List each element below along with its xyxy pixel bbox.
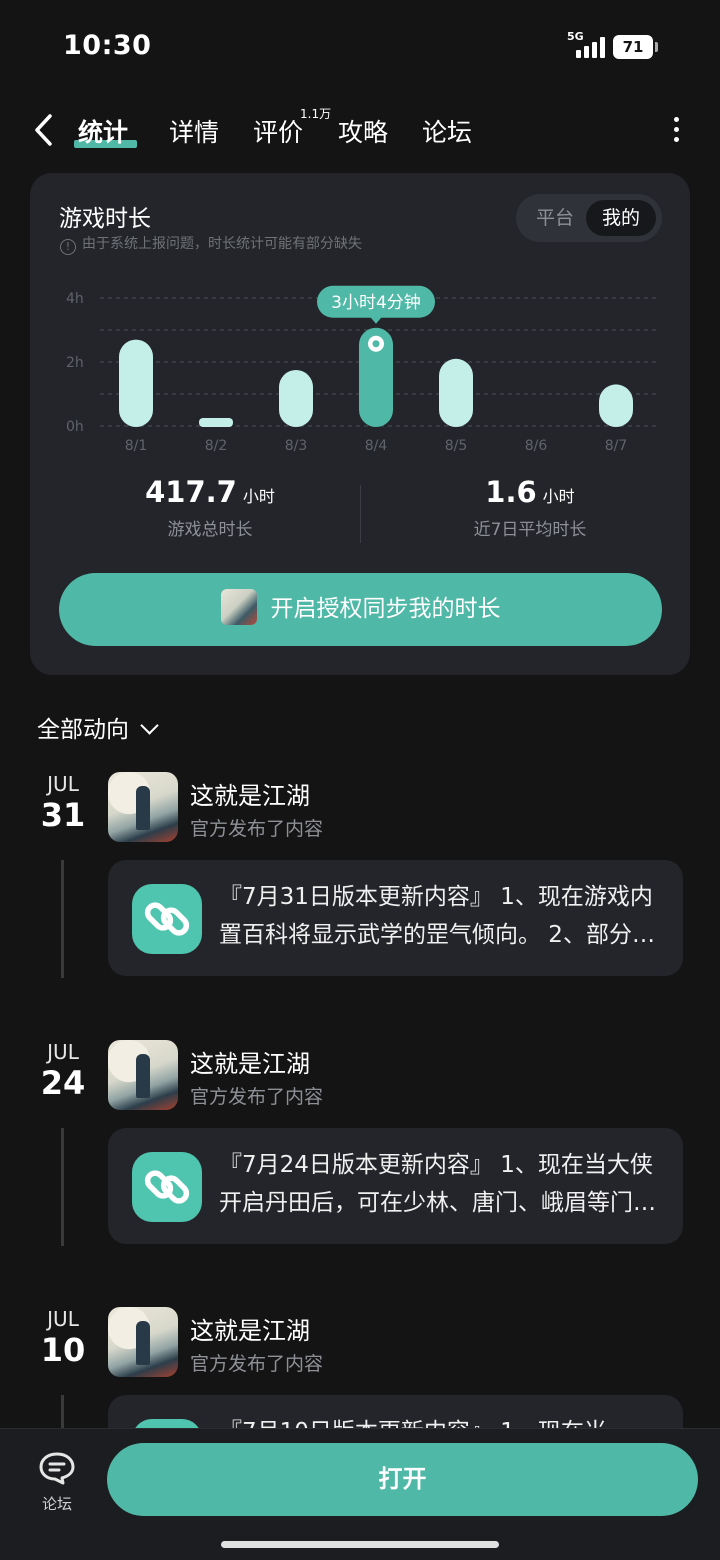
game-name[interactable]: 这就是江湖: [190, 1311, 310, 1346]
tab-details[interactable]: 详情: [169, 113, 219, 149]
playtime-chart: 0h 2h 4h 8/1 8/2 8/3 3小时4分钟 8/4 8/5 8/6 8/7: [66, 285, 660, 454]
entry-month: JUL: [47, 772, 79, 796]
chart-y-tick: 2h: [66, 355, 84, 371]
post-text: 『7月31日版本更新内容』 1、现在游戏内置百科将显示武学的罡气倾向。 2、部分…: [219, 884, 655, 948]
post-card[interactable]: 『7月24日版本更新内容』 1、现在当大侠开启丹田后，可在少林、唐门、峨眉等门派…: [108, 1128, 683, 1244]
sync-playtime-button[interactable]: 开启授权同步我的时长: [59, 573, 662, 646]
entry-month: JUL: [47, 1307, 79, 1331]
forum-label[interactable]: 论坛: [33, 1493, 81, 1514]
home-indicator: [221, 1541, 499, 1548]
stats-divider: [360, 485, 361, 543]
chart-tooltip-pointer: [370, 316, 382, 324]
chart-x-tick: 8/1: [125, 438, 148, 454]
link-icon: [132, 1152, 202, 1222]
game-icon: [220, 589, 257, 625]
toggle-mine[interactable]: 我的: [586, 200, 656, 236]
chart-x-tick: 8/2: [205, 438, 228, 454]
chart-x-tick: 8/7: [605, 438, 628, 454]
avg-label: 近7日平均时长: [473, 520, 587, 540]
tab-stats[interactable]: 统计: [78, 113, 128, 149]
entry-subtitle: 官方发布了内容: [190, 1353, 324, 1375]
chevron-down-icon: [140, 716, 159, 735]
feed-filter-label: 全部动向: [37, 717, 129, 743]
card-note: ! 由于系统上报问题，时长统计可能有部分缺失: [60, 233, 362, 255]
chart-bar: [279, 370, 313, 427]
chart-bar: [599, 384, 633, 427]
open-button[interactable]: 打开: [107, 1443, 698, 1516]
tab-forum[interactable]: 论坛: [422, 113, 472, 149]
signal-icon: [576, 36, 612, 58]
tab-guides[interactable]: 攻略: [338, 113, 388, 149]
entry-day: 24: [40, 1064, 86, 1102]
avg-value: 1.6: [485, 475, 537, 509]
info-icon: !: [60, 239, 76, 255]
playtime-card: 游戏时长 ! 由于系统上报问题，时长统计可能有部分缺失 平台 我的 0h 2h 4h 8…: [30, 173, 690, 675]
chart-x-tick: 8/5: [445, 438, 468, 454]
total-unit: 小时: [242, 487, 275, 506]
post-card[interactable]: 『7月31日版本更新内容』 1、现在游戏内置百科将显示武学的罡气倾向。 2、部分…: [108, 860, 683, 976]
feed-filter[interactable]: 全部动向: [37, 710, 159, 744]
card-title: 游戏时长: [59, 206, 151, 232]
chart-x-tick: 8/4: [365, 438, 388, 454]
chart-y-tick: 4h: [66, 291, 84, 307]
game-avatar[interactable]: [108, 1040, 178, 1110]
post-text: 『7月24日版本更新内容』 1、现在当大侠开启丹田后，可在少林、唐门、峨眉等门派…: [219, 1152, 656, 1216]
entry-day: 10: [40, 1331, 86, 1369]
total-label: 游戏总时长: [167, 520, 253, 540]
chart-bar-marker-dot: [372, 340, 380, 348]
chart-y-tick: 0h: [66, 419, 84, 435]
bottom-bar: 论坛 打开: [0, 1428, 720, 1560]
average-playtime: 1.6 小时 近7日平均时长: [430, 475, 630, 540]
scope-toggle: 平台 我的: [516, 194, 662, 242]
avg-unit: 小时: [542, 487, 575, 506]
chart-bar: [199, 418, 233, 427]
game-name[interactable]: 这就是江湖: [190, 1044, 310, 1079]
game-name[interactable]: 这就是江湖: [190, 776, 310, 811]
timeline-line: [61, 1128, 64, 1246]
forum-icon[interactable]: [38, 1451, 76, 1485]
chart-tooltip-label: 3小时4分钟: [331, 293, 421, 313]
clock: 10:30: [63, 30, 152, 61]
entry-subtitle: 官方发布了内容: [190, 818, 324, 840]
chart-x-tick: 8/6: [525, 438, 548, 454]
back-icon[interactable]: [30, 110, 60, 150]
top-nav: 统计 详情 评价 1.1万 攻略 论坛: [0, 95, 720, 165]
entry-day: 31: [40, 796, 86, 834]
game-avatar[interactable]: [108, 1307, 178, 1377]
total-value: 417.7: [145, 475, 237, 509]
game-avatar[interactable]: [108, 772, 178, 842]
tab-reviews[interactable]: 评价: [253, 113, 303, 149]
chart-bar: [439, 358, 473, 427]
battery-icon: 71: [613, 35, 658, 59]
entry-subtitle: 官方发布了内容: [190, 1086, 324, 1108]
chart-bar: [119, 339, 153, 427]
more-icon[interactable]: [670, 117, 682, 147]
link-icon: [132, 884, 202, 954]
chart-x-tick: 8/3: [285, 438, 308, 454]
timeline-line: [61, 860, 64, 978]
sync-button-label: 开启授权同步我的时长: [270, 596, 501, 622]
status-bar: 10:30 5G 71: [0, 0, 720, 90]
reviews-count-badge: 1.1万: [300, 107, 332, 121]
card-note-text: 由于系统上报问题，时长统计可能有部分缺失: [82, 236, 362, 252]
toggle-platform[interactable]: 平台: [524, 200, 586, 236]
total-playtime: 417.7 小时 游戏总时长: [110, 475, 310, 540]
entry-month: JUL: [47, 1040, 79, 1064]
